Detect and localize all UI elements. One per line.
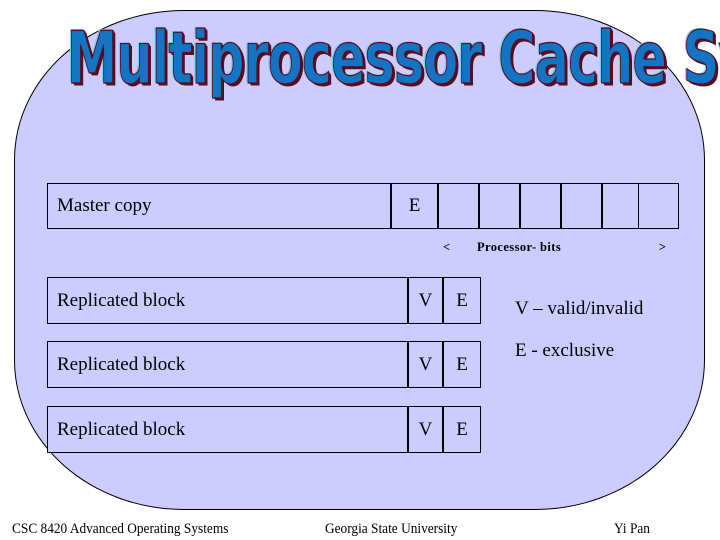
replicated-block-valid-cell: V [408,406,443,453]
processor-bit-cell [520,183,561,229]
master-copy-exclusive-cell: E [391,183,438,229]
replicated-block-label: Replicated block [57,418,186,440]
processor-bit-cell [602,183,643,229]
replicated-block-label-cell: Replicated block [47,277,408,324]
valid-bit-value: V [418,353,433,375]
replicated-block-valid-cell: V [408,277,443,324]
left-angle-bracket-icon: < [443,240,451,254]
exclusive-bit-value: E [456,353,468,375]
processor-bit-cell [438,183,479,229]
replicated-block-label-cell: Replicated block [47,341,408,388]
replicated-block-exclusive-cell: E [443,341,481,388]
legend-valid-bit: V – valid/invalid [515,298,644,319]
replicated-block-exclusive-cell: E [443,406,481,453]
slide-footer: CSC 8420 Advanced Operating Systems Geor… [0,521,720,540]
legend-exclusive-bit: E - exclusive [515,340,615,361]
footer-course-name: CSC 8420 Advanced Operating Systems [12,521,229,537]
master-copy-exclusive-value: E [408,195,421,216]
master-copy-label-cell: Master copy [47,183,391,229]
processor-bit-cell [638,183,679,229]
valid-bit-value: V [418,289,433,311]
processor-bits-label: Processor- bits [477,240,562,254]
replicated-block-exclusive-cell: E [443,277,481,324]
footer-author-name: Yi Pan [614,521,650,537]
processor-bit-cell [479,183,520,229]
replicated-block-label: Replicated block [57,353,186,375]
valid-bit-value: V [418,418,433,440]
replicated-block-label: Replicated block [57,289,186,311]
right-angle-bracket-icon: > [658,240,666,254]
master-copy-label: Master copy [57,195,152,216]
footer-university-name: Georgia State University [325,521,458,537]
replicated-block-valid-cell: V [408,341,443,388]
processor-bit-cell [561,183,602,229]
processor-bits-caption: < Processor- bits > [435,240,680,256]
replicated-block-label-cell: Replicated block [47,406,408,453]
exclusive-bit-value: E [456,289,468,311]
exclusive-bit-value: E [456,418,468,440]
